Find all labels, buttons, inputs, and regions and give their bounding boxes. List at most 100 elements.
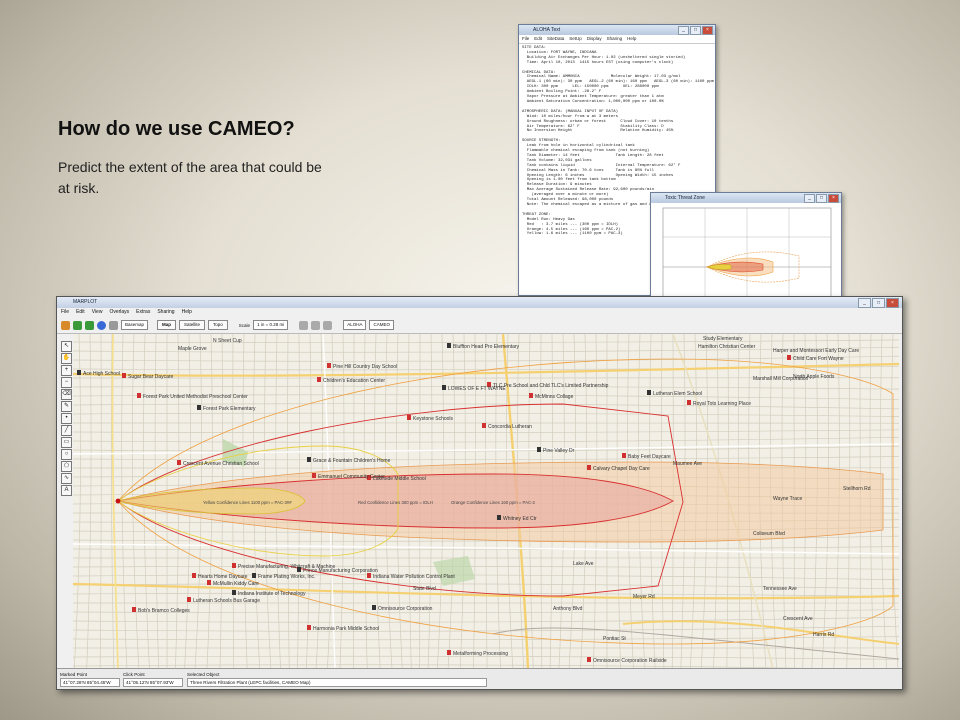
facility-marker-icon[interactable] (497, 515, 501, 520)
map-label[interactable]: Crescent Ave (783, 616, 813, 622)
forward-arrow-icon[interactable] (85, 320, 94, 330)
basemap-dropdown[interactable]: Basemap (121, 320, 149, 330)
map-label[interactable]: Harris Rd (813, 632, 834, 638)
polygon-icon[interactable]: ⬠ (61, 461, 72, 472)
map-menu-item[interactable]: File (61, 308, 69, 317)
map-menu-item[interactable]: Edit (76, 308, 85, 317)
map-label[interactable]: Meyer Rd (633, 594, 655, 600)
map-label[interactable]: Concordia Lutheran (488, 424, 532, 430)
pencil-icon[interactable]: ✎ (61, 401, 72, 412)
maximize-button[interactable]: □ (872, 298, 885, 308)
map-label[interactable]: Omnisource Corporation Railside (593, 658, 667, 664)
text-menu-item[interactable]: File (522, 35, 529, 43)
map-label[interactable]: N Sheet Cup (213, 338, 242, 344)
facility-marker-icon[interactable] (442, 385, 446, 390)
map-label[interactable]: Forest Park Elementary (203, 406, 256, 412)
map-label[interactable]: Children's Education Center (323, 378, 385, 384)
freehand-icon[interactable]: ∿ (61, 473, 72, 484)
text-menu-item[interactable]: SiteData (547, 35, 564, 43)
layers-icon[interactable] (299, 320, 309, 330)
draw-icon[interactable] (311, 320, 321, 330)
facility-marker-icon[interactable] (622, 453, 626, 458)
map-label[interactable]: Coliseum Blvd (753, 531, 785, 537)
maximize-button[interactable]: □ (690, 26, 701, 35)
text-menu-item[interactable]: SetUp (569, 35, 582, 43)
map-label[interactable]: Tennessee Ave (763, 586, 797, 592)
map-label[interactable]: Study Elementary (703, 336, 743, 342)
map-label[interactable]: Harmonia Park Middle School (313, 626, 379, 632)
map-label[interactable]: Wayne Trace (773, 496, 802, 502)
map-label[interactable]: Lake Ave (573, 561, 594, 567)
release-point-icon[interactable] (115, 498, 121, 504)
facility-marker-icon[interactable] (192, 573, 196, 578)
print-icon[interactable] (323, 320, 333, 330)
map-label[interactable]: Crescent Avenue Christian School (183, 461, 259, 467)
topo-button[interactable]: Topo (208, 320, 228, 330)
marplot-window[interactable]: MARPLOT _ □ × File Edit View Overlays Extras… (56, 296, 903, 690)
map-label[interactable]: Child Care Fort Wayne (793, 356, 844, 362)
map-label[interactable]: Whitney Ed Ctr (503, 516, 537, 522)
text-menu-item[interactable]: Edit (534, 35, 542, 43)
hand-icon[interactable]: ✋ (61, 353, 72, 364)
map-label[interactable]: Frame Plating Works, Inc. (258, 574, 315, 580)
map-label[interactable]: Royal Tots Learning Place (693, 401, 751, 407)
text-icon[interactable]: A (61, 485, 72, 496)
map-label[interactable]: McMullin Kiddy Care (213, 581, 259, 587)
threat-window-titlebar[interactable]: Toxic Threat Zone _ □ × (651, 193, 841, 203)
facility-marker-icon[interactable] (252, 573, 256, 578)
map-label[interactable]: Harper and Montessori Early Day Care (773, 348, 859, 354)
facility-marker-icon[interactable] (372, 605, 376, 610)
zoom-out-icon[interactable]: − (61, 377, 72, 388)
map-label[interactable]: Stellhorn Rd (843, 486, 871, 492)
close-button[interactable]: × (828, 194, 839, 203)
close-button[interactable]: × (702, 26, 713, 35)
facility-marker-icon[interactable] (447, 343, 451, 348)
map-label[interactable]: Maple Grove (178, 346, 207, 352)
map-label[interactable]: Ace High School (83, 371, 120, 377)
text-menu-item[interactable]: Sharing (607, 35, 623, 43)
facility-marker-icon[interactable] (787, 355, 791, 360)
map-label[interactable]: Lutheran Elem School (653, 391, 702, 397)
minimize-button[interactable]: _ (804, 194, 815, 203)
cameo-menu-button[interactable]: CAMEO (369, 320, 394, 330)
text-menu-item[interactable]: Help (627, 35, 636, 43)
facility-marker-icon[interactable] (177, 460, 181, 465)
map-label[interactable]: TLC Pre School and Chld TLC's Limited Pa… (493, 383, 609, 389)
scale-field[interactable]: 1 in = 0.28 mi (253, 320, 289, 330)
facility-marker-icon[interactable] (537, 447, 541, 452)
minimize-button[interactable]: _ (858, 298, 871, 308)
facility-marker-icon[interactable] (137, 393, 141, 398)
map-label[interactable]: Baby Feet Daycare (628, 454, 671, 460)
facility-marker-icon[interactable] (317, 377, 321, 382)
facility-marker-icon[interactable] (132, 607, 136, 612)
text-window-titlebar[interactable]: ALOHA Text _ □ × (519, 25, 715, 35)
facility-marker-icon[interactable] (187, 597, 191, 602)
facility-marker-icon[interactable] (312, 473, 316, 478)
maximize-button[interactable]: □ (816, 194, 827, 203)
map-label[interactable]: Sugar Bear Daycare (128, 374, 174, 380)
facility-marker-icon[interactable] (687, 400, 691, 405)
map-label[interactable]: Metalforming Processing (453, 651, 508, 657)
point-icon[interactable]: • (61, 413, 72, 424)
map-label[interactable]: Bluffton Head Pro Elementary (453, 344, 520, 350)
circle-icon[interactable]: ○ (61, 449, 72, 460)
facility-marker-icon[interactable] (307, 625, 311, 630)
map-menu-item[interactable]: Sharing (157, 308, 174, 317)
facility-marker-icon[interactable] (307, 457, 311, 462)
map-label[interactable]: Indiana Institute of Technology (238, 591, 306, 597)
map-menu-item[interactable]: Help (182, 308, 192, 317)
map-label[interactable]: Lutheran Schools Bus Garage (193, 598, 260, 604)
facility-marker-icon[interactable] (529, 393, 533, 398)
map-label[interactable]: Lakeside Middle School (373, 476, 426, 482)
facility-marker-icon[interactable] (207, 580, 211, 585)
satellite-button[interactable]: Satellite (179, 320, 206, 330)
facility-marker-icon[interactable] (122, 373, 126, 378)
map-label[interactable]: Pontiac St (603, 636, 626, 642)
facility-marker-icon[interactable] (232, 590, 236, 595)
facility-marker-icon[interactable] (407, 415, 411, 420)
map-label[interactable]: Hamilton Christian Center (698, 344, 756, 350)
facility-marker-icon[interactable] (327, 363, 331, 368)
map-button[interactable]: Map (157, 320, 177, 330)
close-button[interactable]: × (886, 298, 899, 308)
map-label[interactable]: Maumee Ave (673, 461, 702, 467)
